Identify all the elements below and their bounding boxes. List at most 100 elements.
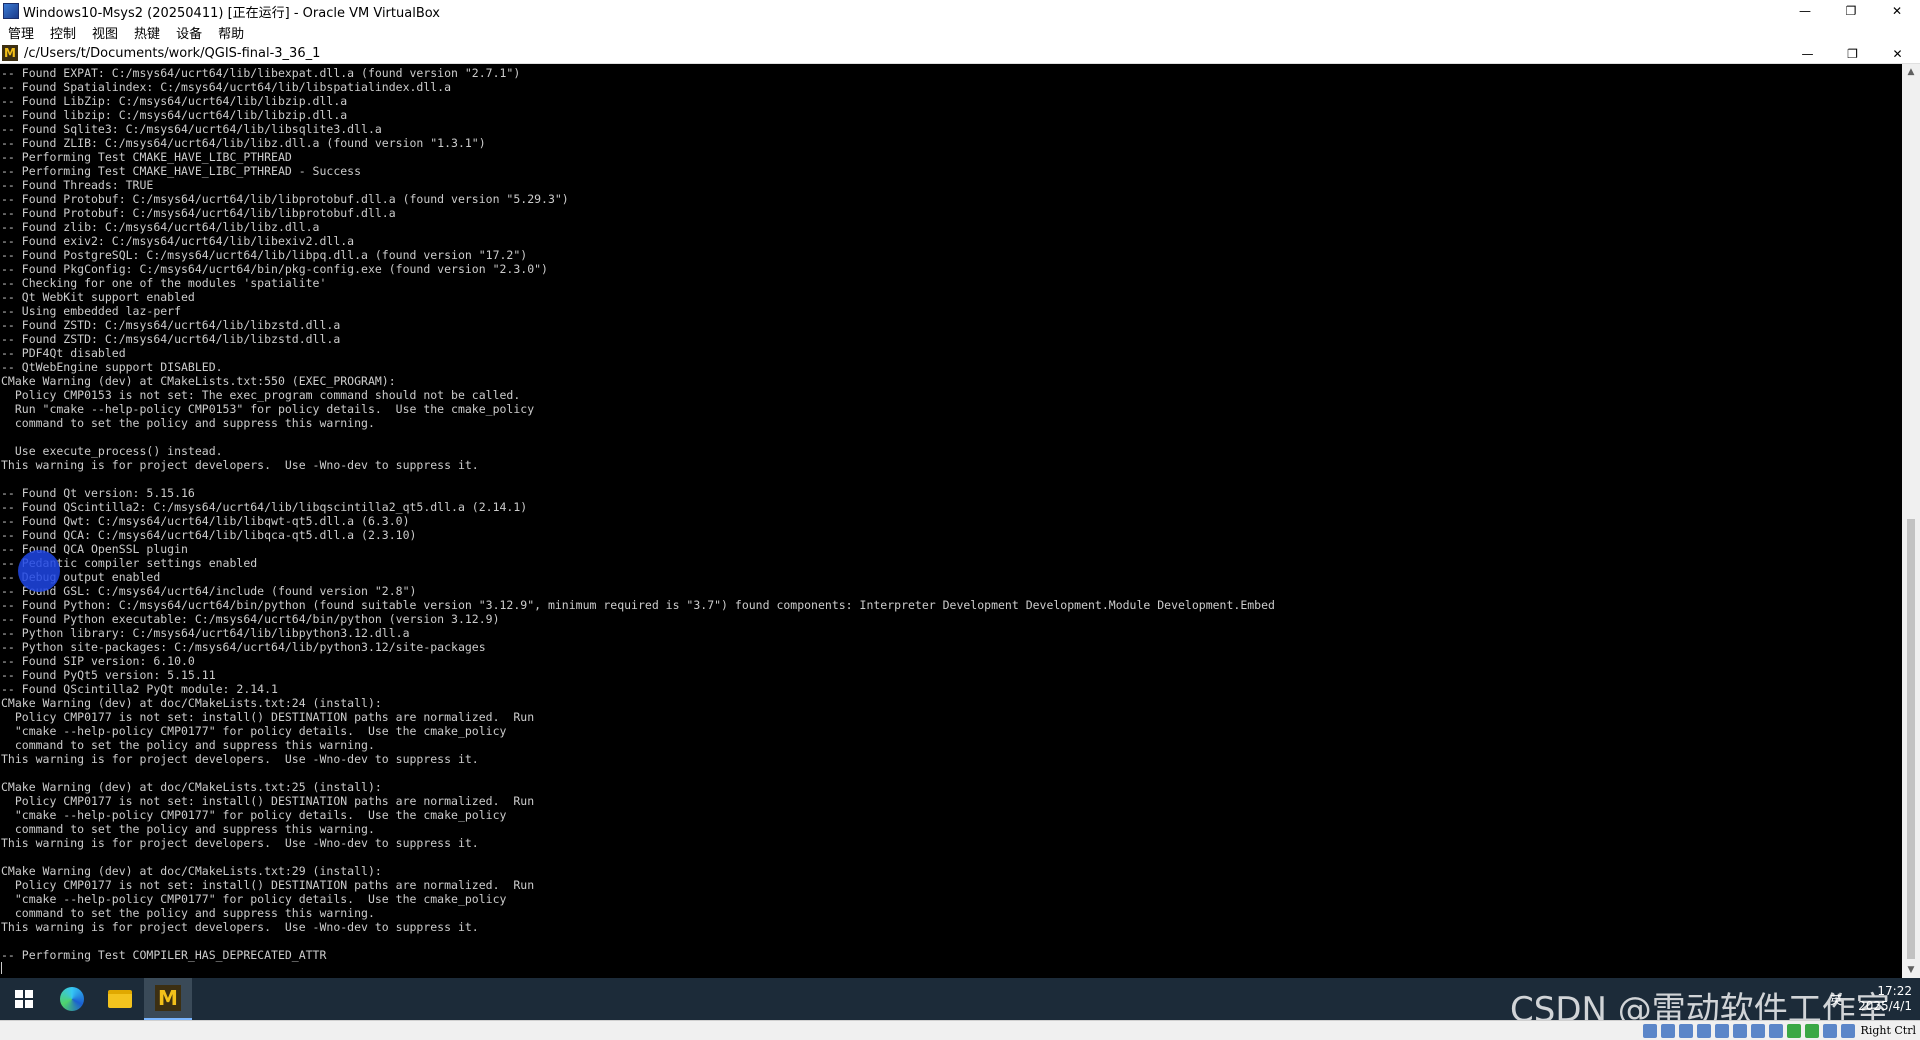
terminal-line: -- Performing Test COMPILER_HAS_DEPRECAT… xyxy=(1,948,327,962)
terminal-maximize-button[interactable]: ❐ xyxy=(1830,43,1875,64)
vbox-statusbar: Right Ctrl xyxy=(0,1020,1920,1040)
audio-icon[interactable] xyxy=(1678,1023,1693,1038)
network-icon[interactable] xyxy=(1696,1023,1711,1038)
terminal-line: This warning is for project developers. … xyxy=(1,752,479,766)
cpu-activity-icon[interactable] xyxy=(1786,1023,1801,1038)
terminal-close-button[interactable]: ✕ xyxy=(1875,43,1920,64)
terminal-line: Use execute_process() instead. xyxy=(1,444,223,458)
terminal-line: -- Python library: C:/msys64/ucrt64/lib/… xyxy=(1,626,410,640)
usb-icon[interactable] xyxy=(1714,1023,1729,1038)
hard-disk-icon[interactable] xyxy=(1642,1023,1657,1038)
terminal-line: -- Found Python: C:/msys64/ucrt64/bin/py… xyxy=(1,598,1275,612)
terminal-line: -- Found GSL: C:/msys64/ucrt64/include (… xyxy=(1,584,417,598)
start-button[interactable] xyxy=(0,978,48,1020)
maximize-button[interactable]: ❐ xyxy=(1828,0,1874,22)
scroll-up-arrow-icon[interactable]: ▲ xyxy=(1902,64,1920,80)
terminal-scrollbar[interactable]: ▲ ▼ xyxy=(1902,64,1920,978)
terminal-line: -- Found Qt version: 5.15.16 xyxy=(1,486,195,500)
text-cursor xyxy=(1,962,2,974)
optical-drive-icon[interactable] xyxy=(1660,1023,1675,1038)
terminal-output[interactable]: -- Found EXPAT: C:/msys64/ucrt64/lib/lib… xyxy=(0,64,1902,978)
windows-logo-icon xyxy=(15,990,33,1008)
terminal-line: -- Found EXPAT: C:/msys64/ucrt64/lib/lib… xyxy=(1,66,521,80)
terminal-line: -- Checking for one of the modules 'spat… xyxy=(1,276,327,290)
terminal-line: -- Found Protobuf: C:/msys64/ucrt64/lib/… xyxy=(1,192,569,206)
edge-browser-icon xyxy=(60,987,84,1011)
terminal-minimize-button[interactable]: — xyxy=(1785,43,1830,64)
terminal-line: -- Found ZSTD: C:/msys64/ucrt64/lib/libz… xyxy=(1,318,341,332)
terminal-window-controls: — ❐ ✕ xyxy=(1785,43,1920,64)
mouse-integration-icon[interactable] xyxy=(1822,1023,1837,1038)
terminal-line: -- Found Sqlite3: C:/msys64/ucrt64/lib/l… xyxy=(1,122,382,136)
status-icons: Right Ctrl xyxy=(1641,1023,1916,1038)
display-icon[interactable] xyxy=(1750,1023,1765,1038)
menu-item-hotkey[interactable]: 热键 xyxy=(126,23,168,42)
terminal-line: -- Found PyQt5 version: 5.15.11 xyxy=(1,668,216,682)
scroll-down-arrow-icon[interactable]: ▼ xyxy=(1902,962,1920,978)
terminal-line: -- Found ZLIB: C:/msys64/ucrt64/lib/libz… xyxy=(1,136,486,150)
terminal-line: -- Found Qwt: C:/msys64/ucrt64/lib/libqw… xyxy=(1,514,410,528)
msys2-icon: M xyxy=(2,45,18,61)
msys2-taskbar-button[interactable]: M xyxy=(144,978,192,1020)
menu-bar: 管理 控制 视图 热键 设备 帮助 xyxy=(0,22,1920,43)
terminal-line: -- Found exiv2: C:/msys64/ucrt64/lib/lib… xyxy=(1,234,355,248)
folder-icon xyxy=(108,990,132,1008)
terminal-line: "cmake --help-policy CMP0177" for policy… xyxy=(1,892,507,906)
terminal-line: Run "cmake --help-policy CMP0153" for po… xyxy=(1,402,535,416)
terminal-line: -- QtWebEngine support DISABLED. xyxy=(1,360,223,374)
ime-indicator[interactable]: 英 xyxy=(1830,991,1842,1008)
edge-taskbar-button[interactable] xyxy=(48,978,96,1020)
window-controls: — ❐ ✕ xyxy=(1782,0,1920,22)
menu-item-view[interactable]: 视图 xyxy=(84,23,126,42)
terminal-line: -- Qt WebKit support enabled xyxy=(1,290,195,304)
terminal-line: -- Found Threads: TRUE xyxy=(1,178,154,192)
clock[interactable]: 17:22 2025/4/1 xyxy=(1858,984,1912,1014)
recording-icon[interactable] xyxy=(1768,1023,1783,1038)
minimize-button[interactable]: — xyxy=(1782,0,1828,22)
system-tray: 英 17:22 2025/4/1 xyxy=(1830,978,1912,1020)
virtualbox-icon xyxy=(3,3,19,19)
shared-folder-icon[interactable] xyxy=(1732,1023,1747,1038)
terminal-line: -- Found ZSTD: C:/msys64/ucrt64/lib/libz… xyxy=(1,332,341,346)
menu-item-manage[interactable]: 管理 xyxy=(0,23,42,42)
terminal-line: -- Found zlib: C:/msys64/ucrt64/lib/libz… xyxy=(1,220,320,234)
terminal-line: -- Found libzip: C:/msys64/ucrt64/lib/li… xyxy=(1,108,348,122)
terminal-line: -- Found PostgreSQL: C:/msys64/ucrt64/li… xyxy=(1,248,528,262)
terminal-line: This warning is for project developers. … xyxy=(1,458,479,472)
terminal-line: command to set the policy and suppress t… xyxy=(1,822,375,836)
terminal-line: -- Found PkgConfig: C:/msys64/ucrt64/bin… xyxy=(1,262,548,276)
terminal-line: command to set the policy and suppress t… xyxy=(1,906,375,920)
menu-item-help[interactable]: 帮助 xyxy=(210,23,252,42)
terminal-line: -- Found Protobuf: C:/msys64/ucrt64/lib/… xyxy=(1,206,396,220)
terminal-line: CMake Warning (dev) at doc/CMakeLists.tx… xyxy=(1,696,382,710)
terminal-line: -- Pedantic compiler settings enabled xyxy=(1,556,258,570)
terminal-line: -- Performing Test CMAKE_HAVE_LIBC_PTHRE… xyxy=(1,164,362,178)
terminal-line: command to set the policy and suppress t… xyxy=(1,738,375,752)
terminal-titlebar: M /c/Users/t/Documents/work/QGIS-final-3… xyxy=(0,43,1920,64)
scrollbar-thumb[interactable] xyxy=(1907,519,1915,959)
clock-time: 17:22 xyxy=(1877,984,1912,998)
guest-additions-icon[interactable] xyxy=(1804,1023,1819,1038)
terminal-line: "cmake --help-policy CMP0177" for policy… xyxy=(1,808,507,822)
terminal-line: -- Found SIP version: 6.10.0 xyxy=(1,654,195,668)
close-button[interactable]: ✕ xyxy=(1874,0,1920,22)
menu-item-devices[interactable]: 设备 xyxy=(168,23,210,42)
terminal-line: Policy CMP0177 is not set: install() DES… xyxy=(1,710,535,724)
explorer-taskbar-button[interactable] xyxy=(96,978,144,1020)
terminal-line: -- Found Spatialindex: C:/msys64/ucrt64/… xyxy=(1,80,452,94)
msys2-taskbar-icon: M xyxy=(155,985,181,1011)
terminal-line: -- PDF4Qt disabled xyxy=(1,346,126,360)
terminal-line: "cmake --help-policy CMP0177" for policy… xyxy=(1,724,507,738)
terminal-line: command to set the policy and suppress t… xyxy=(1,416,375,430)
terminal-prompt-line[interactable] xyxy=(1,962,1902,976)
terminal-title: /c/Users/t/Documents/work/QGIS-final-3_3… xyxy=(24,45,321,61)
keyboard-icon[interactable] xyxy=(1840,1023,1855,1038)
terminal-line: This warning is for project developers. … xyxy=(1,920,479,934)
mouse-cursor-highlight xyxy=(18,550,60,592)
terminal-line: Policy CMP0177 is not set: install() DES… xyxy=(1,794,535,808)
terminal-line: CMake Warning (dev) at doc/CMakeLists.tx… xyxy=(1,864,382,878)
menu-item-control[interactable]: 控制 xyxy=(42,23,84,42)
